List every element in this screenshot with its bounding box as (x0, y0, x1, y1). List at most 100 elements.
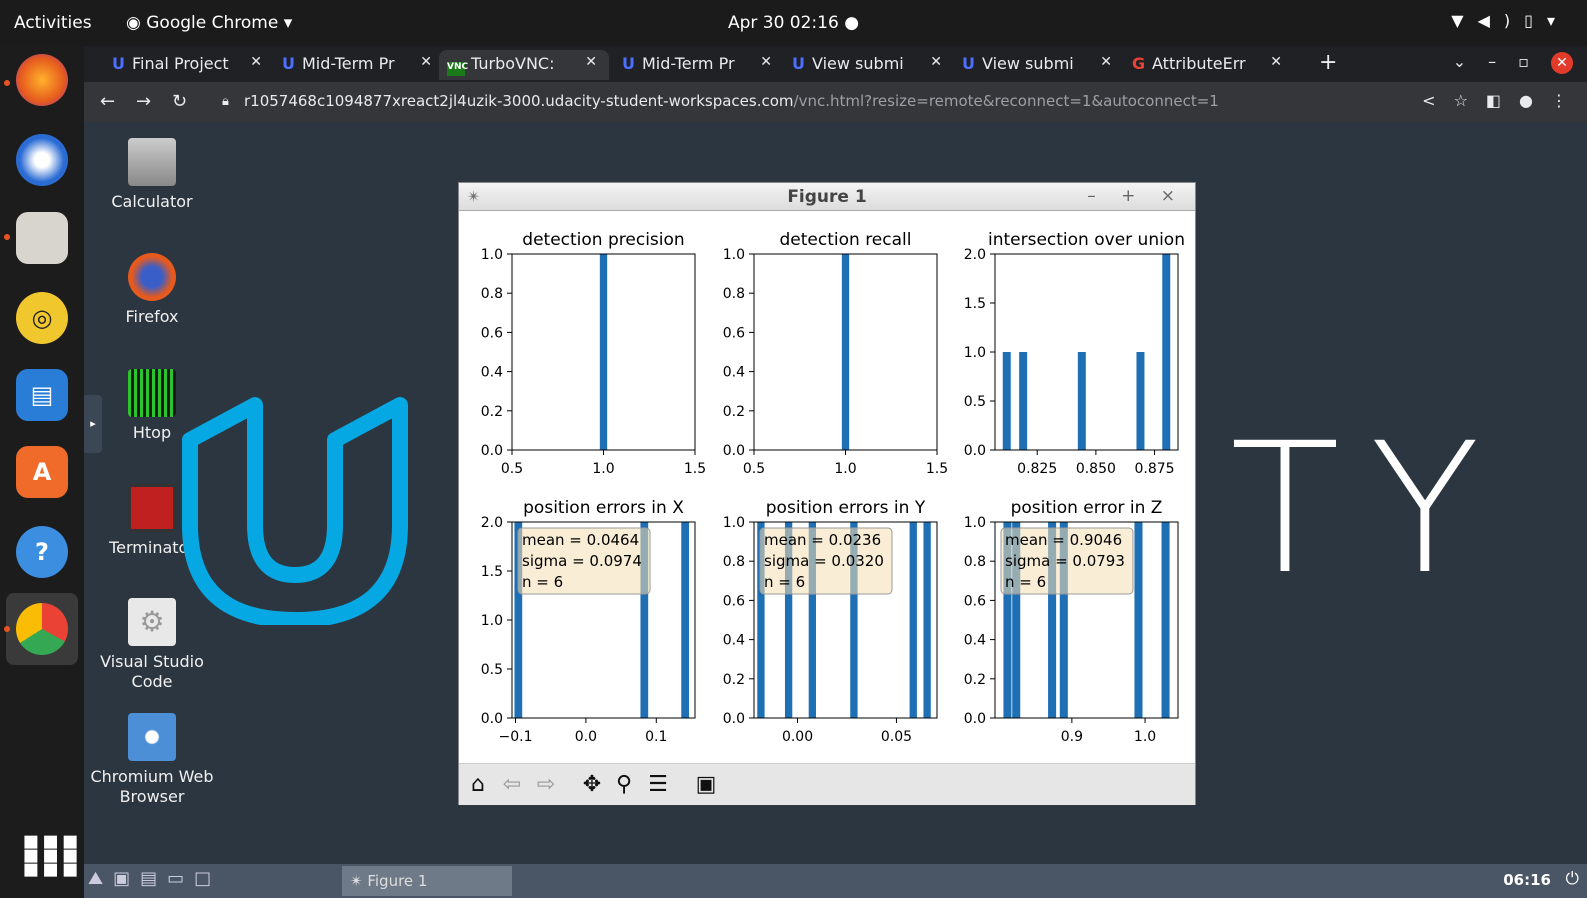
stats-text: mean = 0.0236 (764, 531, 881, 549)
system-tray[interactable]: ▼◀)▯▾ (1451, 11, 1569, 30)
figure-window: ✴ Figure 1 – + × detection precision 0.0 0… (458, 182, 1196, 805)
back-arrow-icon[interactable]: ⇦ (497, 770, 527, 800)
kebab-menu-icon[interactable]: ⋮ (1551, 91, 1567, 110)
y-tick-label: 0.2 (964, 672, 986, 688)
y-tick-label: 2.0 (964, 247, 986, 263)
stats-text: n = 6 (522, 573, 563, 591)
thunderbird-dock-icon[interactable] (16, 134, 68, 186)
menu-icon[interactable]: ⛰ (88, 868, 113, 889)
share-icon[interactable]: < (1422, 91, 1435, 110)
close-icon[interactable]: ✕ (585, 54, 597, 70)
save-icon[interactable]: ▣ (691, 770, 721, 800)
profile-icon[interactable]: ● (1519, 91, 1533, 110)
clock-label[interactable]: Apr 30 02:16 (728, 13, 839, 33)
back-icon[interactable]: ← (100, 91, 115, 112)
y-tick-label: 0.8 (481, 286, 503, 302)
desktop-icon-calculator[interactable]: Calculator (87, 138, 217, 211)
stats-text: n = 6 (1005, 573, 1046, 591)
y-tick-label: 0.0 (964, 711, 986, 727)
firefox-icon (128, 253, 176, 301)
writer-dock-icon[interactable]: ▤ (16, 369, 68, 421)
show-apps-grid-icon[interactable]: ▪▪▪ ▪▪▪ ▪▪▪ (22, 828, 81, 882)
desktop-icon[interactable]: ▤ (140, 868, 167, 889)
tab-view-submission-2[interactable]: U View submi ✕ (954, 50, 1124, 80)
tab-view-submission-1[interactable]: U View submi ✕ (784, 50, 954, 80)
vnc-sidebar-handle[interactable]: ▸ (84, 395, 102, 453)
app-menu-label: Google Chrome (146, 13, 279, 33)
window-icon[interactable]: ▭ (167, 868, 194, 889)
new-tab-button[interactable]: + (1319, 50, 1337, 75)
activities-button[interactable]: Activities (14, 13, 92, 33)
app-menu[interactable]: ◉ Google Chrome ▾ (126, 13, 292, 33)
y-tick-label: 0.8 (964, 554, 986, 570)
y-tick-label: 1.0 (723, 515, 745, 531)
help-dock-icon[interactable]: ? (16, 526, 68, 578)
tab-mid-term-2[interactable]: U Mid-Term Pr ✕ (614, 50, 784, 80)
rhythmbox-dock-icon[interactable]: ◎ (16, 292, 68, 344)
address-bar[interactable]: r1057468c1094877xreact2jl4uzik-3000.udac… (244, 92, 1219, 110)
y-tick-label: 1.5 (481, 564, 503, 580)
tab-label: Mid-Term Pr (642, 54, 735, 73)
close-icon[interactable]: ✕ (1100, 54, 1112, 70)
desktop-icon-firefox[interactable]: Firefox (87, 253, 217, 326)
tab-final-project[interactable]: U Final Project ✕ (104, 50, 274, 80)
reload-icon[interactable]: ↻ (172, 91, 187, 112)
stats-text: sigma = 0.0974 (522, 552, 642, 570)
close-icon[interactable]: ✕ (760, 54, 772, 70)
configure-subplots-icon[interactable]: ☰ (643, 770, 673, 800)
y-tick-label: 1.0 (964, 515, 986, 531)
close-window-icon[interactable]: ✕ (1551, 52, 1573, 74)
tab-attribute-error[interactable]: G AttributeErr ✕ (1124, 50, 1294, 80)
files-dock-icon[interactable] (16, 212, 68, 264)
taskbar-figure-task[interactable]: ✴ Figure 1 (342, 866, 512, 896)
close-icon[interactable]: ✕ (420, 54, 432, 70)
histogram-bar (599, 254, 608, 450)
subplot-title: intersection over union (988, 230, 1185, 250)
subplot-title: position error in Z (1011, 498, 1163, 518)
files-icon[interactable]: ▣ (113, 868, 140, 889)
taskbar-launchers[interactable]: ⛰▣▤▭□ (88, 868, 221, 889)
tab-label: Final Project (132, 54, 229, 73)
tab-search-icon[interactable]: ⌄ (1453, 52, 1466, 71)
close-icon[interactable]: ✕ (1270, 54, 1282, 70)
histogram-bar (841, 254, 850, 450)
x-tick-label: 0.5 (501, 461, 523, 477)
subplot-title: detection recall (780, 230, 912, 250)
desktop-icon-chromium[interactable]: Chromium Web Browser (87, 713, 217, 807)
histogram-bar (1019, 352, 1028, 450)
zoom-icon[interactable]: ⚲ (609, 770, 639, 800)
window-icon[interactable]: □ (194, 868, 221, 889)
y-tick-label: 0.2 (481, 404, 503, 420)
y-tick-label: 0.0 (481, 443, 503, 459)
tab-turbovnc[interactable]: VNC TurboVNC: ✕ (439, 50, 609, 80)
restore-icon[interactable]: ▫ (1518, 52, 1529, 71)
side-panel-icon[interactable]: ◧ (1486, 91, 1501, 110)
close-icon[interactable]: ✕ (930, 54, 942, 70)
forward-icon[interactable]: → (136, 91, 151, 112)
y-tick-label: 0.2 (723, 672, 745, 688)
lock-icon[interactable]: 🔒︎ (222, 94, 229, 109)
tab-mid-term-1[interactable]: U Mid-Term Pr ✕ (274, 50, 444, 80)
running-indicator (4, 234, 10, 240)
minimize-icon[interactable]: – (1488, 52, 1496, 71)
pan-icon[interactable]: ✥ (577, 770, 607, 800)
software-dock-icon[interactable]: A (16, 446, 68, 498)
y-tick-label: 0.4 (964, 633, 986, 649)
y-tick-label: 0.6 (964, 593, 986, 609)
firefox-dock-icon[interactable] (16, 54, 68, 106)
figure-titlebar[interactable]: ✴ Figure 1 – + × (459, 183, 1195, 211)
google-icon: G (1132, 54, 1146, 73)
forward-arrow-icon[interactable]: ⇨ (531, 770, 561, 800)
close-icon[interactable]: ✕ (250, 54, 262, 70)
taskbar-clock: 06:16 (1503, 871, 1551, 889)
stats-text: sigma = 0.0320 (764, 552, 884, 570)
chromium-icon (128, 713, 176, 761)
udacity-icon: U (112, 54, 125, 73)
desktop-icon-label: Calculator (111, 192, 193, 211)
bookmark-star-icon[interactable]: ☆ (1454, 91, 1468, 110)
home-icon[interactable]: ⌂ (463, 770, 493, 800)
chrome-dock-icon[interactable] (16, 603, 68, 655)
power-icon[interactable]: ⏻ (1566, 869, 1579, 889)
figure-window-controls[interactable]: – + × (1087, 186, 1185, 206)
url-host: r1057468c1094877xreact2jl4uzik-3000.udac… (244, 92, 794, 110)
